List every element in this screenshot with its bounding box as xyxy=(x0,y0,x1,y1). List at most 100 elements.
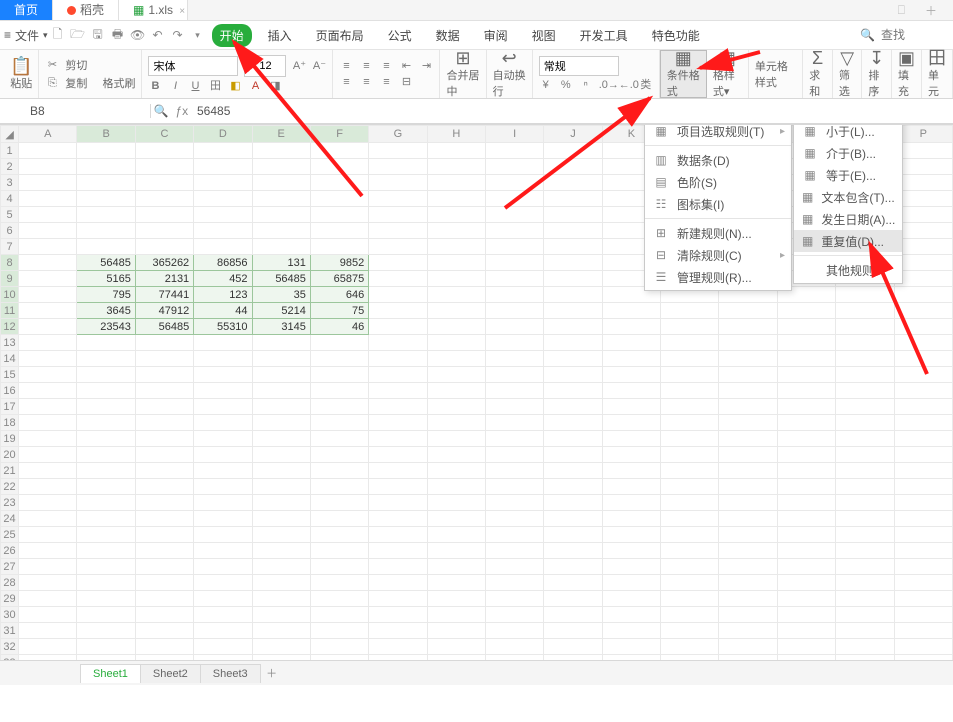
cell[interactable] xyxy=(77,527,135,543)
cell[interactable] xyxy=(19,319,77,335)
cell[interactable] xyxy=(544,431,602,447)
cell[interactable] xyxy=(77,191,135,207)
indent-dec-icon[interactable]: ⇤ xyxy=(399,59,413,73)
new-icon[interactable]: 🗋 xyxy=(48,25,68,46)
cell[interactable] xyxy=(135,575,193,591)
cell[interactable] xyxy=(369,287,427,303)
cell[interactable] xyxy=(427,543,485,559)
cell[interactable] xyxy=(427,175,485,191)
cell[interactable] xyxy=(661,399,719,415)
cell[interactable] xyxy=(194,367,252,383)
name-box[interactable]: B8 xyxy=(0,104,151,118)
cell[interactable] xyxy=(252,335,310,351)
mi-more[interactable]: 其他规则... xyxy=(794,259,902,281)
cell[interactable]: 795 xyxy=(77,287,135,303)
cell[interactable] xyxy=(485,623,543,639)
cell[interactable] xyxy=(544,623,602,639)
cell[interactable] xyxy=(485,255,543,271)
cell[interactable] xyxy=(19,591,77,607)
row-12[interactable]: 12 xyxy=(1,319,19,335)
cell[interactable] xyxy=(427,511,485,527)
cell[interactable] xyxy=(544,223,602,239)
cell[interactable] xyxy=(19,623,77,639)
dropdown-icon[interactable]: ▾ xyxy=(188,30,208,41)
cell[interactable] xyxy=(77,479,135,495)
row-26[interactable]: 26 xyxy=(1,543,19,559)
row-13[interactable]: 13 xyxy=(1,335,19,351)
row-15[interactable]: 15 xyxy=(1,367,19,383)
cell[interactable] xyxy=(427,591,485,607)
cell[interactable] xyxy=(135,495,193,511)
cell[interactable] xyxy=(19,511,77,527)
cell[interactable] xyxy=(19,255,77,271)
cell[interactable] xyxy=(135,351,193,367)
percent-icon[interactable]: % xyxy=(559,78,573,92)
ribbon-formula[interactable]: 公式 xyxy=(380,24,420,47)
cell[interactable] xyxy=(19,191,77,207)
cell[interactable] xyxy=(369,415,427,431)
ribbon-review[interactable]: 审阅 xyxy=(476,24,516,47)
cell[interactable] xyxy=(427,159,485,175)
cell[interactable] xyxy=(310,591,368,607)
file-tab[interactable]: ▦1.xls× xyxy=(119,0,188,20)
mi-between[interactable]: ▦介于(B)... xyxy=(794,142,902,164)
cell[interactable] xyxy=(252,511,310,527)
cell[interactable] xyxy=(544,543,602,559)
cell[interactable] xyxy=(369,511,427,527)
cell[interactable] xyxy=(777,495,835,511)
cell[interactable] xyxy=(19,159,77,175)
cell[interactable] xyxy=(427,575,485,591)
cell[interactable] xyxy=(836,319,894,335)
cell[interactable]: 5214 xyxy=(252,303,310,319)
cell[interactable] xyxy=(485,239,543,255)
row-20[interactable]: 20 xyxy=(1,447,19,463)
cell[interactable] xyxy=(602,527,660,543)
italic-icon[interactable]: I xyxy=(168,79,182,93)
cell[interactable] xyxy=(485,367,543,383)
cell[interactable] xyxy=(252,479,310,495)
cell[interactable]: 3145 xyxy=(252,319,310,335)
align-bot-icon[interactable]: ≡ xyxy=(379,59,393,73)
preview-icon[interactable]: 👁 xyxy=(128,28,148,42)
cell[interactable] xyxy=(485,431,543,447)
cell[interactable] xyxy=(544,399,602,415)
cell[interactable] xyxy=(485,559,543,575)
cell[interactable] xyxy=(544,479,602,495)
cell[interactable] xyxy=(544,255,602,271)
cell[interactable] xyxy=(19,479,77,495)
cell[interactable] xyxy=(135,623,193,639)
cell[interactable] xyxy=(661,415,719,431)
cell[interactable] xyxy=(369,527,427,543)
align-center-icon[interactable]: ≡ xyxy=(359,75,373,89)
cell[interactable] xyxy=(369,463,427,479)
cell[interactable] xyxy=(894,303,953,319)
cell[interactable] xyxy=(544,191,602,207)
cell[interactable] xyxy=(719,591,777,607)
cell[interactable] xyxy=(369,351,427,367)
cell[interactable] xyxy=(252,223,310,239)
cell[interactable] xyxy=(661,447,719,463)
cell[interactable] xyxy=(661,335,719,351)
cell[interactable] xyxy=(252,575,310,591)
cell[interactable] xyxy=(602,623,660,639)
cell[interactable] xyxy=(77,239,135,255)
cell[interactable] xyxy=(485,271,543,287)
cell[interactable] xyxy=(252,191,310,207)
cell[interactable] xyxy=(77,415,135,431)
cell[interactable] xyxy=(719,527,777,543)
cell[interactable] xyxy=(427,271,485,287)
merge-group[interactable]: ⊞合并居中 xyxy=(440,50,486,98)
row-31[interactable]: 31 xyxy=(1,623,19,639)
cell[interactable] xyxy=(19,383,77,399)
cell[interactable] xyxy=(777,463,835,479)
row-8[interactable]: 8 xyxy=(1,255,19,271)
row-22[interactable]: 22 xyxy=(1,479,19,495)
cell[interactable] xyxy=(135,143,193,159)
cell[interactable] xyxy=(252,351,310,367)
cell[interactable] xyxy=(427,495,485,511)
cell[interactable]: 65875 xyxy=(310,271,368,287)
cell[interactable] xyxy=(544,511,602,527)
fill-button[interactable]: ▣填充 xyxy=(892,50,922,98)
cell[interactable] xyxy=(777,639,835,655)
grow-font-icon[interactable]: A⁺ xyxy=(292,59,306,73)
